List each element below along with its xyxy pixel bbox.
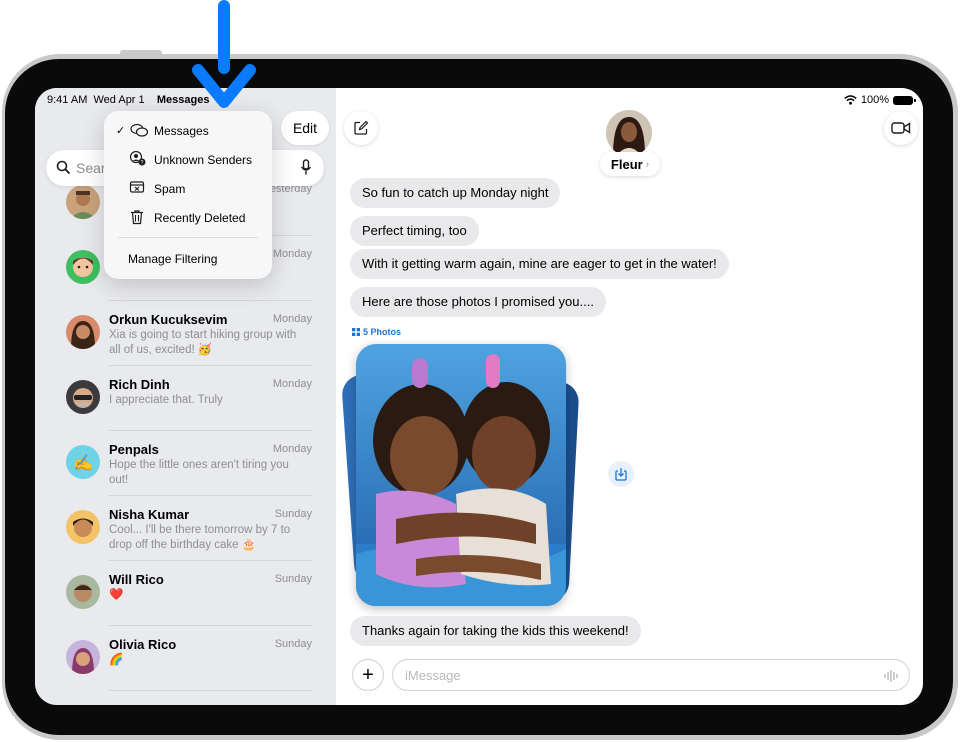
- filter-menu: ✓ Messages ? Unknown Senders Spam Recent…: [104, 111, 272, 279]
- trash-icon: [131, 210, 143, 225]
- memoji-nisha-avatar: [66, 510, 100, 544]
- contact-name: Olivia Rico: [109, 637, 177, 652]
- message-time: Sunday: [274, 638, 312, 650]
- manage-filtering-button[interactable]: Manage Filtering: [128, 252, 217, 266]
- download-icon: [615, 468, 627, 481]
- svg-text:✍: ✍: [73, 454, 93, 472]
- message-preview: Hope the little ones aren't tiring you o…: [109, 459, 289, 486]
- row-divider: [109, 625, 312, 626]
- message-bubble[interactable]: Perfect timing, too: [350, 216, 479, 246]
- conversation-row[interactable]: Will Rico Sunday ❤️: [35, 560, 336, 625]
- ipad-screen: Edit Yesterday Monday Orkun Kucuksevim M…: [35, 88, 923, 705]
- edit-button[interactable]: Edit: [281, 111, 329, 145]
- status-bar-right: 100%: [844, 94, 916, 106]
- conversation-row: [35, 690, 336, 705]
- contact-avatar[interactable]: [606, 110, 652, 156]
- message-input-placeholder: iMessage: [405, 668, 461, 683]
- conversation-row[interactable]: Orkun Kucuksevim Monday Xia is going to …: [35, 300, 336, 365]
- battery-percent: 100%: [860, 94, 889, 106]
- microphone-icon[interactable]: [300, 159, 312, 176]
- message-bubble[interactable]: With it getting warm again, mine are eag…: [350, 249, 729, 279]
- search-icon: [56, 160, 70, 174]
- wifi-icon: [844, 95, 857, 105]
- message-time: Monday: [272, 378, 312, 390]
- junk-tray-icon: [129, 181, 145, 193]
- person-question-icon: ?: [129, 151, 146, 166]
- message-preview: Cool... I'll be there tomorrow by 7 to d…: [109, 524, 291, 551]
- menu-item-label: Recently Deleted: [154, 211, 246, 225]
- status-date: Wed Apr 1: [93, 94, 145, 106]
- row-divider: [109, 495, 312, 496]
- contact-name: Nisha Kumar: [109, 507, 190, 522]
- menu-item-spam[interactable]: Spam: [104, 176, 272, 202]
- message-input[interactable]: iMessage: [392, 659, 910, 691]
- status-time: 9:41 AM: [47, 94, 88, 106]
- row-divider: [109, 365, 312, 366]
- menu-item-unknown-senders[interactable]: ? Unknown Senders: [104, 147, 272, 173]
- facetime-video-button[interactable]: [884, 111, 918, 145]
- message-bubble[interactable]: Thanks again for taking the kids this we…: [350, 616, 641, 646]
- callout-arrow-icon: [192, 0, 256, 108]
- message-time: Monday: [272, 443, 312, 455]
- message-time: Sunday: [274, 508, 312, 520]
- message-time: Monday: [272, 248, 312, 260]
- contact-name: Rich Dinh: [109, 377, 170, 392]
- video-camera-icon: [891, 122, 911, 134]
- woman-photo-avatar: [66, 315, 100, 349]
- conversation-row[interactable]: Olivia Rico Sunday 🌈: [35, 625, 336, 690]
- row-divider: [109, 300, 312, 301]
- photos-label: 5 Photos: [352, 327, 401, 337]
- contact-name: Penpals: [109, 442, 159, 457]
- conversation-pane: Fleur › So fun to catch up Monday night …: [336, 88, 923, 705]
- contact-name-button[interactable]: Fleur ›: [600, 152, 660, 176]
- checkmark-icon: ✓: [116, 125, 126, 137]
- chevron-right-icon: ›: [645, 158, 650, 170]
- battery-icon: [893, 95, 916, 105]
- row-divider: [109, 690, 312, 691]
- menu-item-messages[interactable]: ✓ Messages: [104, 118, 272, 144]
- bubbles-icon: [130, 123, 149, 137]
- memoji-will-avatar: [66, 575, 100, 609]
- compose-button[interactable]: [344, 111, 378, 145]
- grid-icon: [352, 328, 360, 336]
- photo-main[interactable]: [356, 344, 566, 606]
- plus-icon: +: [362, 663, 374, 686]
- row-divider: [109, 430, 312, 431]
- memoji-sunglasses-avatar: [66, 380, 100, 414]
- status-bar-left: 9:41 AM Wed Apr 1 Messages: [47, 94, 209, 106]
- message-preview: I appreciate that. Truly: [109, 394, 223, 406]
- message-time: Sunday: [274, 573, 312, 585]
- memoji-olivia-avatar: [66, 640, 100, 674]
- photo-stack[interactable]: [340, 344, 583, 609]
- conversation-row[interactable]: ✍ Penpals Monday Hope the little ones ar…: [35, 430, 336, 495]
- man-smiling-avatar: [66, 185, 100, 219]
- contact-name: Orkun Kucuksevim: [109, 312, 228, 327]
- writing-hand-avatar: ✍: [66, 445, 100, 479]
- photos-count: 5 Photos: [363, 327, 402, 337]
- message-preview: 🌈: [109, 654, 124, 666]
- messages-sidebar: Edit Yesterday Monday Orkun Kucuksevim M…: [35, 88, 336, 705]
- conversation-row[interactable]: Rich Dinh Monday I appreciate that. Trul…: [35, 365, 336, 430]
- message-preview: ❤️: [109, 589, 124, 601]
- message-preview: Xia is going to start hiking group with …: [109, 329, 297, 356]
- contact-name: Will Rico: [109, 572, 164, 587]
- message-time: Monday: [272, 313, 312, 325]
- message-bubble[interactable]: So fun to catch up Monday night: [350, 178, 561, 208]
- compose-icon: [354, 120, 369, 135]
- conversation-row[interactable]: Nisha Kumar Sunday Cool... I'll be there…: [35, 495, 336, 560]
- message-bubble[interactable]: Here are those photos I promised you....: [350, 287, 606, 317]
- row-divider: [109, 560, 312, 561]
- menu-item-label: Messages: [154, 124, 209, 138]
- save-photo-button[interactable]: [608, 461, 634, 487]
- menu-item-label: Unknown Senders: [154, 153, 253, 167]
- svg-text:?: ?: [141, 160, 144, 166]
- memoji-green-avatar: [66, 250, 100, 284]
- contact-name: Fleur: [610, 156, 643, 172]
- menu-divider: [118, 237, 258, 238]
- apps-plus-button[interactable]: +: [352, 659, 384, 691]
- kids-photo: [356, 344, 566, 606]
- menu-item-recently-deleted[interactable]: Recently Deleted: [104, 205, 272, 231]
- audio-waveform-icon[interactable]: [883, 669, 899, 683]
- menu-item-label: Spam: [154, 182, 186, 196]
